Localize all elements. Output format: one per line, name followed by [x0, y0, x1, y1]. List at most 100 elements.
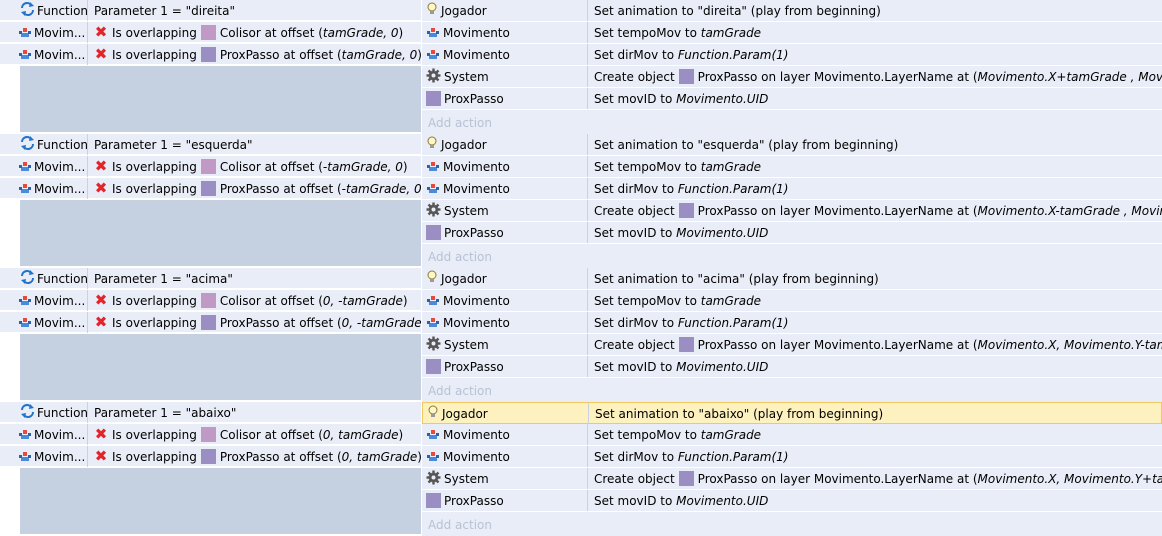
- action-description[interactable]: Create object ProxPasso on layer Moviment…: [587, 200, 1162, 221]
- condition-text[interactable]: Parameter 1 = "abaixo": [89, 402, 421, 423]
- action-object-cell[interactable]: Movimento: [426, 44, 586, 65]
- action-description[interactable]: Create object ProxPasso on layer Moviment…: [587, 334, 1162, 355]
- action-description[interactable]: Set animation to "direita" (play from be…: [587, 0, 1162, 21]
- action-row[interactable]: System Create object ProxPasso on layer Mo…: [422, 66, 1162, 88]
- action-object-cell[interactable]: ProxPasso: [426, 356, 586, 377]
- action-row[interactable]: System Create object ProxPasso on layer Mo…: [422, 468, 1162, 490]
- condition-text[interactable]: Parameter 1 = "acima": [89, 268, 421, 289]
- condition-row-overlap-proxpasso[interactable]: Movim... ✖ Is overlapping ProxPasso at offs…: [0, 44, 421, 65]
- action-row[interactable]: Jogador Set animation to "direita" (play …: [422, 0, 1162, 22]
- condition-object-cell[interactable]: Movim...: [0, 178, 88, 199]
- condition-row-function[interactable]: Function Parameter 1 = "abaixo": [0, 402, 421, 423]
- action-description[interactable]: Create object ProxPasso on layer Moviment…: [587, 66, 1162, 87]
- action-object-cell[interactable]: ProxPasso: [426, 490, 586, 511]
- action-description[interactable]: Set movID to Movimento.UID: [587, 222, 1162, 243]
- condition-row-function[interactable]: Function Parameter 1 = "acima": [0, 268, 421, 289]
- action-description[interactable]: Set movID to Movimento.UID: [587, 88, 1162, 109]
- condition-row-overlap-proxpasso[interactable]: Movim... ✖ Is overlapping ProxPasso at offs…: [0, 312, 421, 333]
- condition-row-overlap-proxpasso[interactable]: Movim... ✖ Is overlapping ProxPasso at offs…: [0, 446, 421, 467]
- action-description[interactable]: Set dirMov to Function.Param(1): [587, 312, 1162, 333]
- action-description[interactable]: Set dirMov to Function.Param(1): [587, 178, 1162, 199]
- action-object-cell[interactable]: System: [426, 468, 586, 489]
- condition-object-cell[interactable]: Movim...: [0, 156, 88, 177]
- action-row[interactable]: Movimento Set dirMov to Function.Param(1): [422, 178, 1162, 200]
- condition-object-cell[interactable]: Movim...: [0, 22, 88, 43]
- action-row[interactable]: System Create object ProxPasso on layer Mo…: [422, 200, 1162, 222]
- condition-text[interactable]: Parameter 1 = "esquerda": [89, 134, 421, 155]
- action-object-cell[interactable]: Jogador: [426, 134, 586, 155]
- action-row[interactable]: System Create object ProxPasso on layer Mo…: [422, 334, 1162, 356]
- condition-row-overlap-proxpasso[interactable]: Movim... ✖ Is overlapping ProxPasso at offs…: [0, 178, 421, 199]
- add-action-link[interactable]: Add action: [428, 514, 492, 535]
- condition-text[interactable]: ✖ Is overlapping Colisor at offset (tamGra…: [89, 22, 421, 43]
- condition-text[interactable]: Parameter 1 = "direita": [89, 0, 421, 21]
- action-row[interactable]: Movimento Set tempoMov to tamGrade: [422, 156, 1162, 178]
- action-object-cell[interactable]: ProxPasso: [426, 88, 586, 109]
- condition-text[interactable]: ✖ Is overlapping ProxPasso at offset (0, t…: [89, 446, 421, 467]
- condition-row-function[interactable]: Function Parameter 1 = "esquerda": [0, 134, 421, 155]
- condition-row-overlap-colisor[interactable]: Movim... ✖ Is overlapping Colisor at offset…: [0, 156, 421, 177]
- add-action-link[interactable]: Add action: [428, 112, 492, 133]
- action-row[interactable]: Movimento Set tempoMov to tamGrade: [422, 424, 1162, 446]
- action-object-cell[interactable]: Movimento: [426, 22, 586, 43]
- condition-object-cell[interactable]: Movim...: [0, 44, 88, 65]
- action-row[interactable]: ProxPasso Set movID to Movimento.UID: [422, 222, 1162, 244]
- condition-text[interactable]: ✖ Is overlapping Colisor at offset (-tamGr…: [89, 156, 421, 177]
- action-object-cell[interactable]: Jogador: [426, 268, 586, 289]
- action-object-cell[interactable]: Movimento: [426, 156, 586, 177]
- action-row[interactable]: Movimento Set dirMov to Function.Param(1): [422, 312, 1162, 334]
- action-object-cell[interactable]: Movimento: [426, 446, 586, 467]
- condition-text[interactable]: ✖ Is overlapping ProxPasso at offset (0, -…: [89, 312, 421, 333]
- condition-object-cell[interactable]: Movim...: [0, 424, 88, 445]
- action-description[interactable]: Set animation to "esquerda" (play from b…: [587, 134, 1162, 155]
- action-object-cell[interactable]: Movimento: [426, 312, 586, 333]
- condition-object-cell[interactable]: Movim...: [0, 446, 88, 467]
- action-description[interactable]: Set tempoMov to tamGrade: [587, 22, 1162, 43]
- action-description[interactable]: Set dirMov to Function.Param(1): [587, 44, 1162, 65]
- condition-object-cell[interactable]: Function: [0, 402, 88, 423]
- action-object-cell[interactable]: Movimento: [426, 290, 586, 311]
- condition-row-function[interactable]: Function Parameter 1 = "direita": [0, 0, 421, 21]
- action-description[interactable]: Set dirMov to Function.Param(1): [587, 446, 1162, 467]
- action-object-cell[interactable]: Movimento: [426, 178, 586, 199]
- action-row[interactable]: Movimento Set tempoMov to tamGrade: [422, 290, 1162, 312]
- condition-text[interactable]: ✖ Is overlapping Colisor at offset (0, tam…: [89, 424, 421, 445]
- action-description[interactable]: Set tempoMov to tamGrade: [587, 290, 1162, 311]
- action-row[interactable]: ProxPasso Set movID to Movimento.UID: [422, 356, 1162, 378]
- add-action-link[interactable]: Add action: [428, 246, 492, 267]
- action-description[interactable]: Set movID to Movimento.UID: [587, 490, 1162, 511]
- add-action-link[interactable]: Add action: [428, 380, 492, 401]
- action-object-cell[interactable]: Jogador: [427, 403, 587, 424]
- condition-object-cell[interactable]: Function: [0, 134, 88, 155]
- action-row[interactable]: Movimento Set dirMov to Function.Param(1): [422, 44, 1162, 66]
- condition-object-cell[interactable]: Function: [0, 0, 88, 21]
- action-description[interactable]: Set animation to "acima" (play from begi…: [587, 268, 1162, 289]
- action-object-cell[interactable]: System: [426, 66, 586, 87]
- action-row[interactable]: Jogador Set animation to "esquerda" (play…: [422, 134, 1162, 156]
- condition-text[interactable]: ✖ Is overlapping Colisor at offset (0, -ta…: [89, 290, 421, 311]
- condition-row-overlap-colisor[interactable]: Movim... ✖ Is overlapping Colisor at offset…: [0, 424, 421, 445]
- condition-object-cell[interactable]: Movim...: [0, 290, 88, 311]
- action-object-cell[interactable]: System: [426, 200, 586, 221]
- condition-object-cell[interactable]: Movim...: [0, 312, 88, 333]
- action-object-cell[interactable]: System: [426, 334, 586, 355]
- action-row[interactable]: ProxPasso Set movID to Movimento.UID: [422, 490, 1162, 512]
- action-row[interactable]: Jogador Set animation to "abaixo" (play f…: [422, 402, 1162, 424]
- action-row[interactable]: Jogador Set animation to "acima" (play fr…: [422, 268, 1162, 290]
- action-object-cell[interactable]: ProxPasso: [426, 222, 586, 243]
- action-description[interactable]: Set tempoMov to tamGrade: [587, 156, 1162, 177]
- action-description[interactable]: Set animation to "abaixo" (play from beg…: [588, 403, 1161, 424]
- condition-text[interactable]: ✖ Is overlapping ProxPasso at offset (-tam…: [89, 178, 421, 199]
- action-row[interactable]: ProxPasso Set movID to Movimento.UID: [422, 88, 1162, 110]
- action-description[interactable]: Create object ProxPasso on layer Moviment…: [587, 468, 1162, 489]
- action-description[interactable]: Set tempoMov to tamGrade: [587, 424, 1162, 445]
- condition-row-overlap-colisor[interactable]: Movim... ✖ Is overlapping Colisor at offset…: [0, 290, 421, 311]
- action-row[interactable]: Movimento Set tempoMov to tamGrade: [422, 22, 1162, 44]
- action-object-cell[interactable]: Movimento: [426, 424, 586, 445]
- condition-object-cell[interactable]: Function: [0, 268, 88, 289]
- condition-row-overlap-colisor[interactable]: Movim... ✖ Is overlapping Colisor at offset…: [0, 22, 421, 43]
- condition-text[interactable]: ✖ Is overlapping ProxPasso at offset (tamG…: [89, 44, 421, 65]
- action-object-cell[interactable]: Jogador: [426, 0, 586, 21]
- action-description[interactable]: Set movID to Movimento.UID: [587, 356, 1162, 377]
- action-row[interactable]: Movimento Set dirMov to Function.Param(1): [422, 446, 1162, 468]
